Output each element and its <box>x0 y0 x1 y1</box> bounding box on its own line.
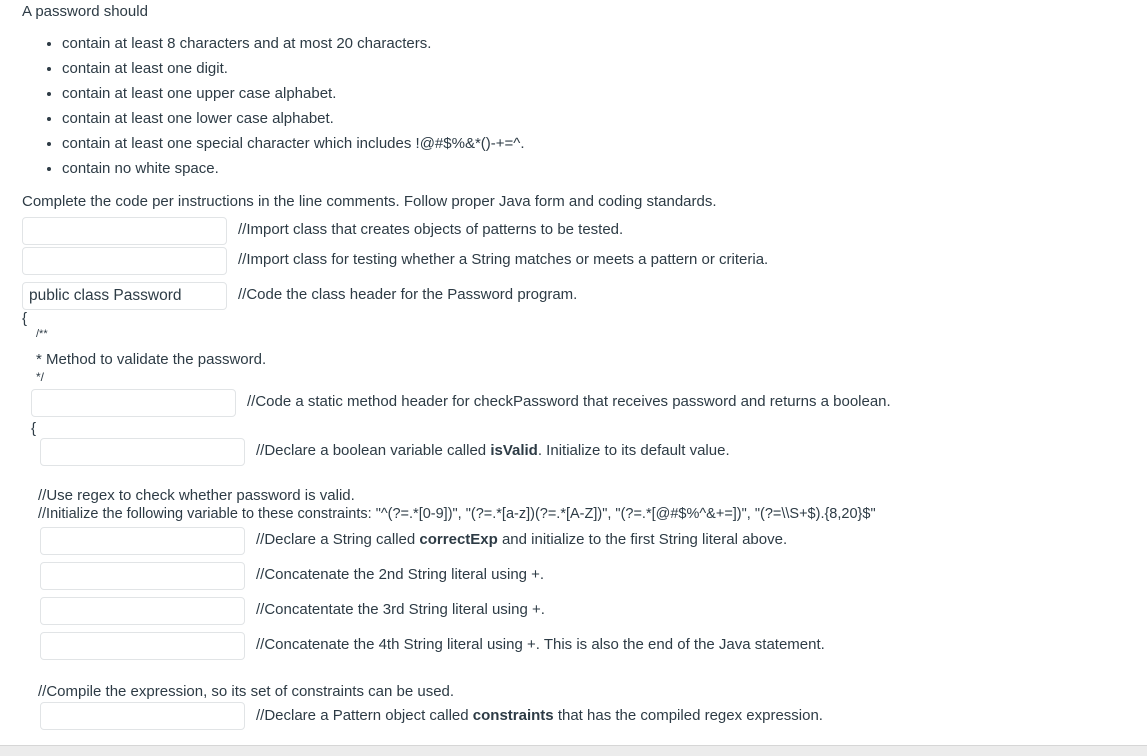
comment-text: and initialize to the first String liter… <box>497 531 788 548</box>
rule-item: contain at least one lower case alphabet… <box>62 109 525 134</box>
isvalid-declaration-input[interactable] <box>40 438 245 466</box>
rule-item: contain at least 8 characters and at mos… <box>62 34 525 59</box>
import-matcher-input[interactable] <box>22 247 227 275</box>
rule-item: contain no white space. <box>62 159 525 184</box>
comment-text: //Declare a Pattern object called <box>256 707 473 724</box>
import-matcher-comment: //Import class for testing whether a Str… <box>238 251 769 268</box>
bottom-bar <box>0 745 1147 756</box>
instructions-text: Complete the code per instructions in th… <box>22 193 717 210</box>
pattern-comment: //Declare a Pattern object called constr… <box>256 707 823 724</box>
rule-item: contain at least one special character w… <box>62 134 525 159</box>
rule-item: contain at least one upper case alphabet… <box>62 84 525 109</box>
import-pattern-input[interactable] <box>22 217 227 245</box>
variable-name: correctExp <box>419 531 498 548</box>
regex-comment-2: //Initialize the following variable to t… <box>38 506 876 522</box>
isvalid-comment: //Declare a boolean variable called isVa… <box>256 442 730 459</box>
javadoc-close: */ <box>36 370 45 384</box>
rule-item: contain at least one digit. <box>62 59 525 84</box>
concat-2nd-input[interactable] <box>40 562 245 590</box>
pattern-declaration-input[interactable] <box>40 702 245 730</box>
comment-text: that has the compiled regex expression. <box>553 707 823 724</box>
concat-3rd-comment: //Concatentate the 3rd String literal us… <box>256 601 545 618</box>
correctexp-comment: //Declare a String called correctExp and… <box>256 531 787 548</box>
comment-text: //Declare a boolean variable called <box>256 442 491 459</box>
correctexp-declaration-input[interactable] <box>40 527 245 555</box>
password-rules-list: contain at least 8 characters and at mos… <box>40 34 525 184</box>
comment-text: //Declare a String called <box>256 531 420 548</box>
javadoc-open: /** <box>36 328 48 340</box>
import-pattern-comment: //Import class that creates objects of p… <box>238 221 624 238</box>
concat-4th-comment: //Concatenate the 4th String literal usi… <box>256 636 825 653</box>
javadoc-body: * Method to validate the password. <box>36 351 267 368</box>
method-header-comment: //Code a static method header for checkP… <box>247 393 891 410</box>
comment-text: . Initialize to its default value. <box>537 442 730 459</box>
variable-name: constraints <box>472 707 554 724</box>
question-intro: A password should <box>22 3 148 20</box>
class-open-brace: { <box>22 310 28 327</box>
method-open-brace: { <box>31 420 37 437</box>
concat-2nd-comment: //Concatenate the 2nd String literal usi… <box>256 566 545 583</box>
compile-comment: //Compile the expression, so its set of … <box>38 683 455 700</box>
class-header-input[interactable] <box>22 282 227 310</box>
class-header-comment: //Code the class header for the Password… <box>238 286 578 303</box>
concat-3rd-input[interactable] <box>40 597 245 625</box>
method-header-input[interactable] <box>31 389 236 417</box>
variable-name: isValid <box>490 442 538 459</box>
concat-4th-input[interactable] <box>40 632 245 660</box>
regex-comment-1: //Use regex to check whether password is… <box>38 487 355 504</box>
